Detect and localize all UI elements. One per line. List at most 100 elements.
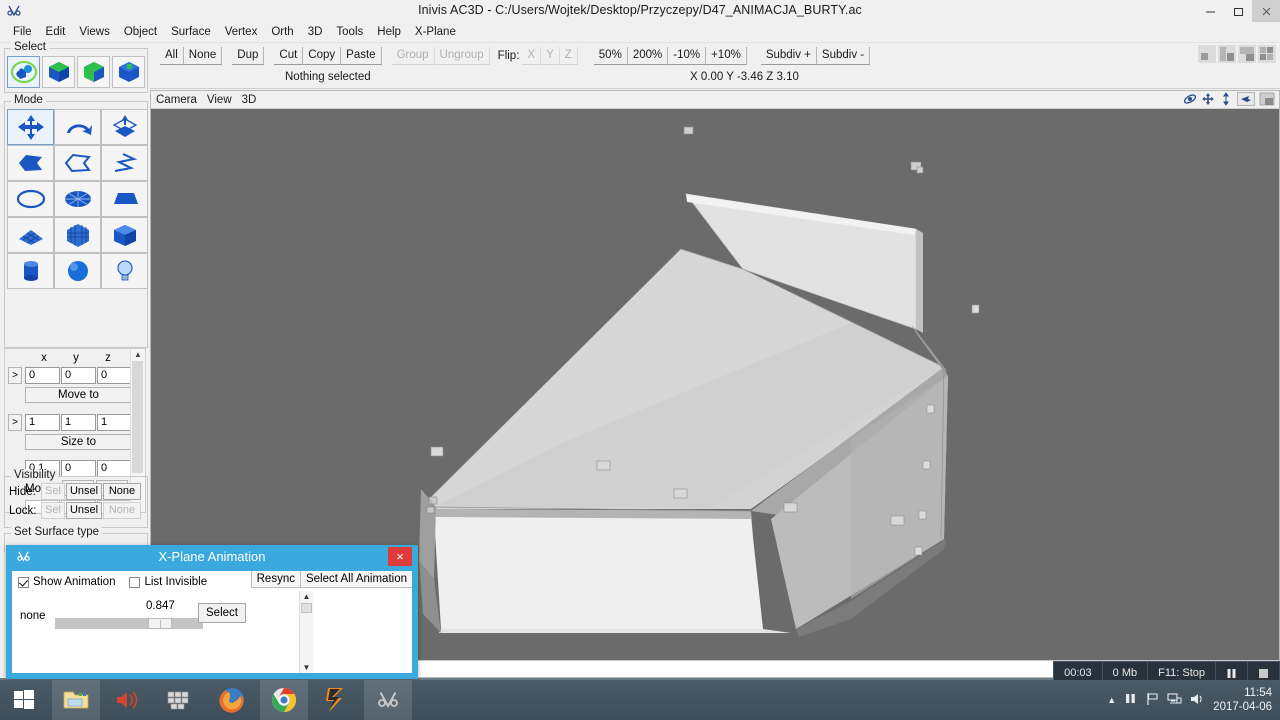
menu-item-help[interactable]: Help — [370, 24, 408, 40]
extrude-tool-button[interactable] — [101, 109, 148, 145]
file-explorer-icon[interactable] — [52, 680, 100, 720]
scale-minus10-button[interactable]: -10% — [668, 46, 707, 65]
menu-item-orth[interactable]: Orth — [264, 24, 300, 40]
step-y-input[interactable]: 0 — [61, 460, 96, 477]
animation-slider-thumb[interactable] — [148, 618, 173, 629]
box-tool-button[interactable] — [101, 217, 148, 253]
scale-50-button[interactable]: 50% — [593, 46, 628, 65]
viewport-menu-camera[interactable]: Camera — [151, 94, 202, 106]
rotate-tool-button[interactable] — [54, 109, 101, 145]
close-button[interactable] — [1252, 0, 1280, 22]
flip-x-button[interactable]: X — [522, 46, 542, 65]
render-icon[interactable] — [1259, 92, 1275, 106]
fl-studio-icon[interactable] — [312, 680, 360, 720]
volume-icon[interactable] — [104, 680, 152, 720]
subdiv-minus-button[interactable]: Subdiv - — [816, 46, 871, 65]
network-icon[interactable] — [1167, 692, 1182, 709]
animation-scroll-thumb[interactable] — [301, 603, 312, 613]
layout-single-button[interactable] — [1198, 45, 1216, 63]
move-y-input[interactable]: 0 — [61, 367, 96, 384]
animation-select-button[interactable]: Select — [198, 603, 246, 623]
size-expand-button[interactable]: > — [8, 414, 22, 431]
animation-dialog-close-button[interactable]: × — [388, 547, 412, 566]
firefox-icon[interactable] — [208, 680, 256, 720]
paste-button[interactable]: Paste — [341, 46, 382, 65]
size-z-input[interactable]: 1 — [97, 414, 132, 431]
list-invisible-checkbox[interactable] — [129, 576, 141, 588]
select-group-button[interactable] — [7, 56, 40, 88]
menu-item-views[interactable]: Views — [72, 24, 116, 40]
animation-scroll-down-arrow[interactable]: ▼ — [300, 662, 313, 673]
menu-item-surface[interactable]: Surface — [164, 24, 218, 40]
menu-item-3d[interactable]: 3D — [301, 24, 330, 40]
start-button[interactable] — [0, 680, 48, 720]
polygon-tool-button[interactable] — [7, 145, 54, 181]
show-animation-checkbox[interactable] — [18, 576, 29, 588]
pan-icon[interactable] — [1201, 92, 1215, 106]
duplicate-button[interactable]: Dup — [232, 46, 265, 65]
viewport-menu-view[interactable]: View — [202, 94, 237, 106]
size-to-button[interactable]: Size to — [25, 434, 132, 450]
minimize-button[interactable] — [1196, 0, 1224, 22]
select-object-button[interactable] — [42, 56, 75, 88]
cylinder-tool-button[interactable] — [7, 253, 54, 289]
step-z-input[interactable]: 0 — [97, 460, 132, 477]
menu-item-file[interactable]: File — [6, 24, 39, 40]
select-vertex-button[interactable] — [112, 56, 145, 88]
scroll-thumb[interactable] — [132, 361, 143, 473]
animation-list-scrollbar[interactable]: ▲ ▼ — [299, 591, 313, 673]
chrome-icon[interactable] — [260, 680, 308, 720]
animation-scroll-up-arrow[interactable]: ▲ — [300, 591, 313, 602]
app-tiles-icon[interactable] — [156, 680, 204, 720]
move-z-input[interactable]: 0 — [97, 367, 132, 384]
polyline-tool-button[interactable] — [101, 145, 148, 181]
flip-z-button[interactable]: Z — [559, 46, 578, 65]
light-tool-button[interactable] — [101, 253, 148, 289]
select-surface-button[interactable] — [77, 56, 110, 88]
select-none-button[interactable]: None — [183, 46, 223, 65]
plane-tool-button[interactable] — [101, 181, 148, 217]
scale-200-button[interactable]: 200% — [627, 46, 669, 65]
menu-item-xplane[interactable]: X-Plane — [408, 24, 463, 40]
maximize-button[interactable] — [1224, 0, 1252, 22]
mesh-cube-tool-button[interactable] — [54, 217, 101, 253]
select-all-animation-button[interactable]: Select All Animation — [299, 571, 412, 588]
animation-slider[interactable] — [55, 618, 203, 629]
select-all-button[interactable]: All — [160, 46, 184, 65]
viewport-menu-3d[interactable]: 3D — [237, 94, 262, 106]
speaker-icon[interactable] — [1190, 692, 1205, 709]
size-y-input[interactable]: 1 — [61, 414, 96, 431]
pointer-icon[interactable] — [1237, 92, 1255, 106]
subdiv-plus-button[interactable]: Subdiv + — [760, 46, 817, 65]
outline-tool-button[interactable] — [54, 145, 101, 181]
taskbar-clock[interactable]: 11:54 2017-04-06 — [1213, 686, 1272, 714]
ungroup-button[interactable]: Ungroup — [434, 46, 490, 65]
hide-sel-button[interactable]: Sel — [41, 483, 65, 500]
lock-none-button[interactable]: None — [103, 502, 141, 519]
copy-button[interactable]: Copy — [303, 46, 342, 65]
pause-icon[interactable] — [1124, 692, 1137, 708]
menu-item-vertex[interactable]: Vertex — [218, 24, 265, 40]
size-x-input[interactable]: 1 — [25, 414, 60, 431]
orbit-icon[interactable] — [1183, 92, 1197, 106]
flag-icon[interactable] — [1145, 692, 1159, 709]
layout-two-button[interactable] — [1218, 45, 1236, 63]
zoom-icon[interactable] — [1219, 92, 1233, 106]
move-expand-button[interactable]: > — [8, 367, 22, 384]
grid-tool-button[interactable] — [7, 217, 54, 253]
resync-button[interactable]: Resync — [250, 571, 300, 588]
move-to-button[interactable]: Move to — [25, 387, 132, 403]
scale-plus10-button[interactable]: +10% — [706, 46, 747, 65]
layout-four-button[interactable] — [1258, 45, 1276, 63]
cut-button[interactable]: Cut — [274, 46, 304, 65]
lock-sel-button[interactable]: Sel — [41, 502, 65, 519]
sphere-tool-button[interactable] — [54, 253, 101, 289]
scroll-up-arrow[interactable]: ▲ — [134, 350, 142, 359]
menu-item-object[interactable]: Object — [117, 24, 164, 40]
ac3d-taskbar-icon[interactable] — [364, 680, 412, 720]
group-button[interactable]: Group — [391, 46, 435, 65]
show-hidden-icons-button[interactable]: ▲ — [1107, 695, 1116, 705]
hide-none-button[interactable]: None — [103, 483, 141, 500]
cylinder-fan-tool-button[interactable] — [54, 181, 101, 217]
disc-tool-button[interactable] — [7, 181, 54, 217]
